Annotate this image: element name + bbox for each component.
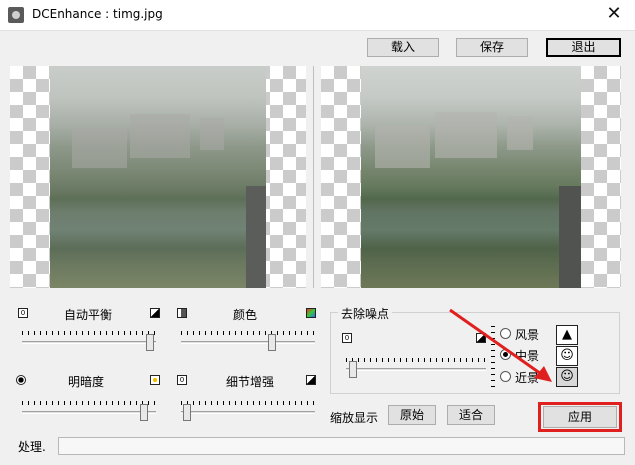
load-button[interactable]: 载入 [367,38,439,57]
dark-icon [16,375,26,385]
color-slider[interactable] [181,331,315,351]
detail-slider[interactable] [181,401,315,421]
annotation-arrow [449,308,552,382]
auto-balance-icon: 0 [18,308,28,318]
contrast-icon [150,308,160,318]
apply-highlight [538,402,622,432]
brightness-label: 明暗度 [68,375,105,389]
detail-thumb[interactable] [183,404,191,421]
save-button[interactable]: 保存 [456,38,528,57]
detail-max-icon [306,375,316,385]
preview-divider [313,66,314,288]
detail-zero-icon: 0 [177,375,187,385]
exit-button[interactable]: 退出 [546,38,621,57]
color-label: 颜色 [233,308,258,322]
denoise-thumb[interactable] [349,361,357,378]
brightness-slider[interactable] [22,401,156,421]
denoise-title: 去除噪点 [338,305,393,322]
color-mono-icon [177,308,187,318]
original-image [50,66,266,288]
color-thumb[interactable] [268,334,276,351]
status-label: 处理. [18,440,46,454]
zoom-fit-button[interactable]: 适合 [447,405,495,425]
denoise-zero-icon: 0 [342,333,352,343]
auto-balance-thumb[interactable] [146,334,154,351]
progress-field [58,437,625,455]
auto-balance-slider[interactable] [22,331,156,351]
zoom-label: 缩放显示 [330,411,379,425]
brightness-thumb[interactable] [140,404,148,421]
close-icon[interactable]: ✕ [602,3,626,25]
zoom-original-button[interactable]: 原始 [388,405,436,425]
window-title: DCEnhance : timg.jpg [32,7,163,21]
color-rainbow-icon [306,308,316,318]
processed-preview [321,66,621,288]
app-icon [8,7,24,23]
auto-balance-label: 自动平衡 [64,308,113,322]
detail-label: 细节增强 [226,375,275,389]
bright-icon [150,375,160,385]
processed-image [361,66,581,288]
original-preview [10,66,306,288]
